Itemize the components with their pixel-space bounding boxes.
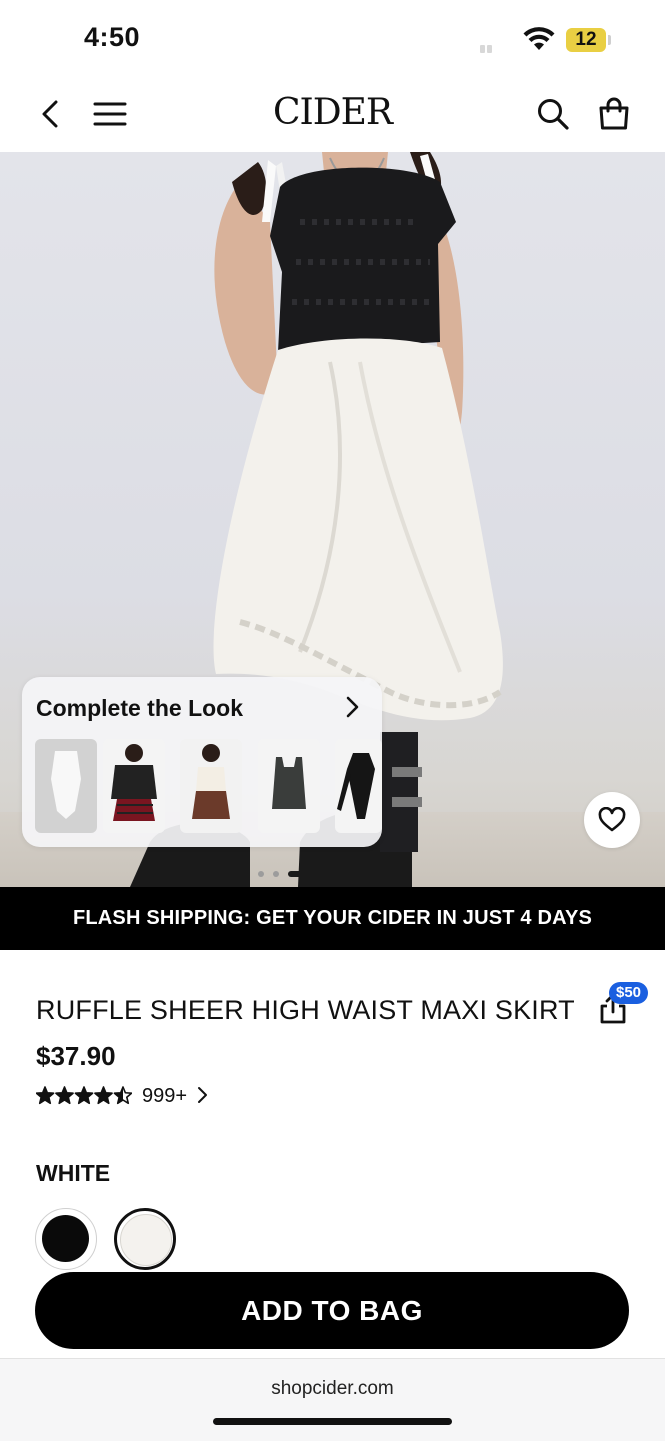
add-to-bag-button[interactable]: ADD TO BAG bbox=[35, 1272, 629, 1349]
complete-look-card[interactable]: Complete the Look bbox=[22, 677, 382, 847]
look-thumb-leather-jacket[interactable] bbox=[103, 739, 165, 833]
bag-icon[interactable] bbox=[594, 94, 634, 134]
star-icon bbox=[94, 1086, 113, 1105]
look-thumb-tank-top[interactable] bbox=[258, 739, 320, 833]
star-icon bbox=[55, 1086, 74, 1105]
look-thumb-bodysuit[interactable] bbox=[35, 739, 97, 833]
selected-color-label: WHITE bbox=[36, 1160, 111, 1186]
look-thumb-halter-top[interactable] bbox=[180, 739, 242, 833]
product-title: RUFFLE SHEER HIGH WAIST MAXI SKIRT bbox=[36, 995, 575, 1025]
rating-stars[interactable] bbox=[35, 1086, 133, 1111]
look-thumb-longsleeve[interactable] bbox=[335, 739, 382, 833]
image-pager bbox=[258, 865, 314, 883]
url-text: shopcider.com bbox=[271, 1378, 394, 1399]
wishlist-button[interactable] bbox=[584, 792, 640, 848]
review-count[interactable]: 999+ bbox=[142, 1085, 208, 1108]
status-time: 4:50 bbox=[84, 22, 141, 52]
swatch-fill bbox=[42, 1215, 89, 1262]
battery-cap bbox=[608, 35, 611, 45]
search-icon[interactable] bbox=[533, 94, 573, 134]
wifi-icon bbox=[522, 26, 556, 57]
product-price: $37.90 bbox=[36, 1041, 116, 1071]
complete-look-title: Complete the Look bbox=[36, 695, 244, 721]
chevron-right-icon bbox=[197, 1087, 207, 1103]
star-icon bbox=[74, 1086, 94, 1105]
signal-icon bbox=[480, 40, 494, 53]
star-icon bbox=[35, 1086, 55, 1105]
home-indicator[interactable] bbox=[213, 1418, 452, 1425]
chevron-right-icon[interactable] bbox=[344, 695, 360, 724]
review-count-value: 999+ bbox=[142, 1085, 188, 1107]
color-swatch-white[interactable] bbox=[114, 1208, 176, 1270]
color-swatch-black[interactable] bbox=[35, 1208, 97, 1270]
flash-shipping-banner: FLASH SHIPPING: GET YOUR CIDER IN JUST 4… bbox=[0, 887, 665, 950]
share-reward-badge: $50 bbox=[609, 982, 649, 1004]
battery-icon: 12 bbox=[566, 28, 606, 52]
heart-icon bbox=[598, 807, 626, 832]
swatch-fill bbox=[120, 1214, 172, 1266]
